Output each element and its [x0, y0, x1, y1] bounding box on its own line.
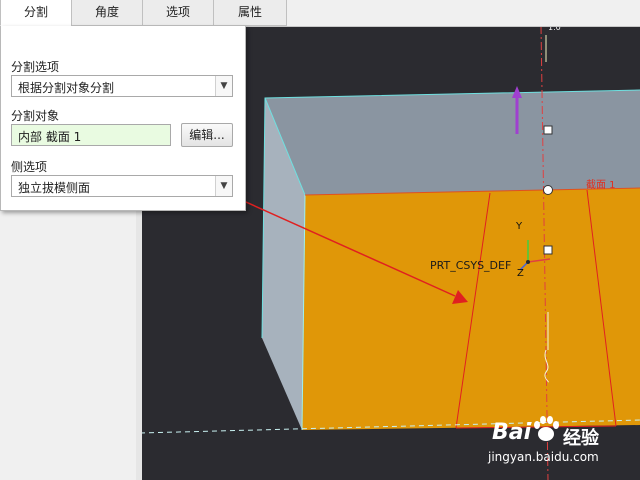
- tab-properties[interactable]: 属性: [213, 0, 287, 26]
- watermark-brand: Bai: [492, 420, 532, 445]
- drag-handle-top[interactable]: [543, 125, 553, 135]
- edit-button[interactable]: 编辑...: [181, 123, 233, 147]
- axis-z-label: Z: [517, 268, 524, 279]
- side-options-dropdown[interactable]: 独立拔模侧面 ▼: [11, 175, 233, 197]
- paw-icon: [534, 416, 559, 441]
- split-object-value: 内部 截面 1: [18, 130, 82, 144]
- draft-front-face[interactable]: [302, 188, 640, 430]
- side-options-label: 侧选项: [11, 160, 48, 174]
- split-options-panel: 分割选项 根据分割对象分割 ▼ 分割对象 内部 截面 1 编辑... 侧选项 独…: [0, 26, 246, 211]
- watermark-brand-cn: 经验: [563, 428, 599, 449]
- dashboard-tabbar: 分割 角度 选项 属性: [0, 0, 640, 27]
- tab-options[interactable]: 选项: [142, 0, 214, 26]
- split-options-label: 分割选项: [11, 60, 60, 74]
- split-object-label: 分割对象: [11, 109, 60, 123]
- tab-angle[interactable]: 角度: [71, 0, 143, 26]
- tab-split[interactable]: 分割: [0, 0, 72, 26]
- box-top-face[interactable]: [265, 90, 640, 195]
- side-options-value: 独立拔模侧面: [18, 181, 91, 195]
- drag-handle-mid[interactable]: [543, 245, 553, 255]
- axis-y-label: Y: [515, 221, 523, 232]
- watermark-url: jingyan.baidu.com: [488, 450, 599, 464]
- split-options-value: 根据分割对象分割: [18, 81, 115, 95]
- chevron-down-icon[interactable]: ▼: [215, 76, 232, 96]
- split-object-field[interactable]: 内部 截面 1: [11, 124, 171, 146]
- section-label[interactable]: 截面 1: [586, 178, 616, 191]
- drag-handle-center[interactable]: [543, 185, 553, 195]
- split-options-dropdown[interactable]: 根据分割对象分割 ▼: [11, 75, 233, 97]
- chevron-down-icon[interactable]: ▼: [215, 176, 232, 196]
- csys-label: PRT_CSYS_DEF: [430, 259, 511, 272]
